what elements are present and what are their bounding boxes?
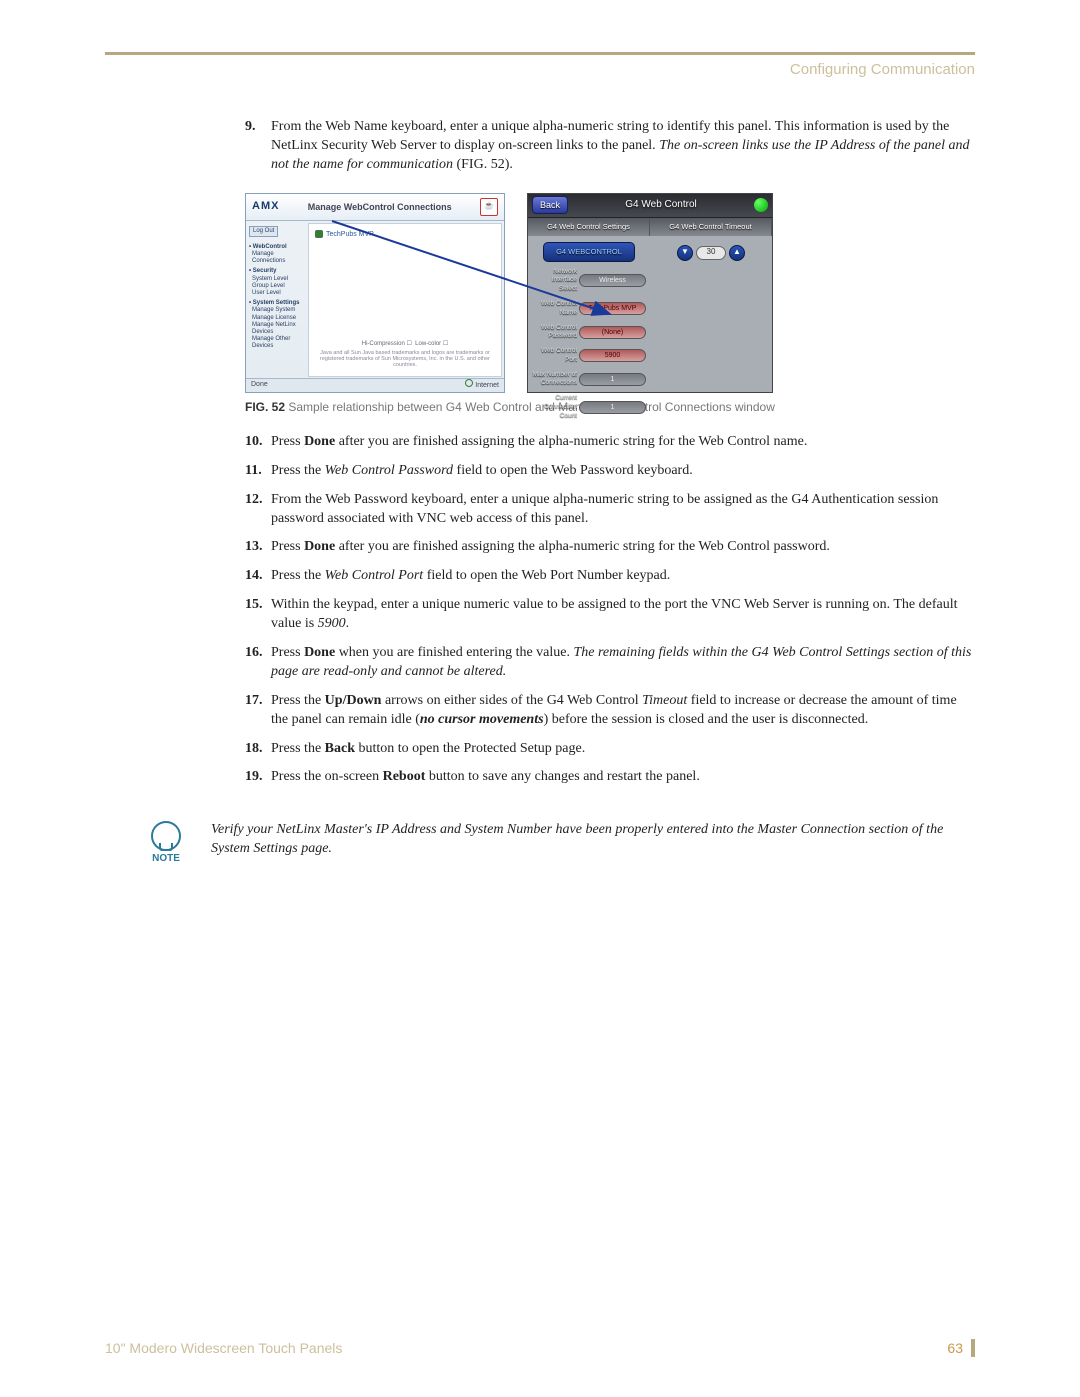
web-options: Hi-Compression ☐ Low-color ☐: [309, 340, 501, 348]
figure-52: AMX Manage WebControl Connections ☕ Log …: [245, 193, 975, 393]
footer-product: 10" Modero Widescreen Touch Panels: [105, 1340, 342, 1356]
timeout-value: 30: [696, 246, 726, 260]
page-number: 63: [947, 1340, 963, 1356]
step-15: 15.Within the keypad, enter a unique num…: [245, 596, 975, 634]
up-arrow-icon: ▲: [729, 245, 745, 261]
steps-list: 9.From the Web Name keyboard, enter a un…: [245, 118, 975, 175]
section-header: Configuring Communication: [105, 61, 975, 78]
step-12: 12.From the Web Password keyboard, enter…: [245, 491, 975, 529]
page-footer: 10" Modero Widescreen Touch Panels 63: [105, 1339, 975, 1357]
bulb-icon: [151, 821, 181, 851]
web-sidebar: Log Out • WebControlManage Connections• …: [246, 221, 306, 379]
panel-settings-col: G4 WEBCONTROL Network Interface SelectWi…: [528, 236, 650, 392]
web-main: TechPubs MVP Hi-Compression ☐ Low-color …: [308, 223, 502, 377]
note-block: NOTE Verify your NetLinx Master's IP Add…: [145, 821, 975, 864]
body-content: 9.From the Web Name keyboard, enter a un…: [245, 118, 975, 787]
step-17: 17.Press the Up/Down arrows on either si…: [245, 692, 975, 730]
java-icon: ☕: [480, 198, 498, 216]
page-rule-top: [105, 52, 975, 55]
tab-timeout: G4 Web Control Timeout: [650, 218, 772, 236]
amx-logo: AMX: [252, 199, 279, 214]
step-16: 16.Press Done when you are finished ente…: [245, 644, 975, 682]
logout-button: Log Out: [249, 226, 278, 237]
step-13: 13.Press Done after you are finished ass…: [245, 538, 975, 557]
monitor-icon: [315, 230, 323, 238]
back-button: Back: [532, 196, 568, 214]
step-9: 9.From the Web Name keyboard, enter a un…: [245, 118, 975, 175]
web-copyright: Java and all Sun Java based trademarks a…: [309, 350, 501, 368]
note-icon: NOTE: [145, 821, 187, 864]
web-title: Manage WebControl Connections: [308, 201, 452, 213]
step-10: 10.Press Done after you are finished ass…: [245, 433, 975, 452]
web-window: AMX Manage WebControl Connections ☕ Log …: [245, 193, 505, 393]
step-19: 19.Press the on-screen Reboot button to …: [245, 768, 975, 787]
note-text: Verify your NetLinx Master's IP Address …: [211, 821, 975, 859]
panel-link: TechPubs MVP: [315, 230, 495, 239]
globe-icon: [465, 379, 473, 387]
panel-window: Back G4 Web Control G4 Web Control Setti…: [527, 193, 773, 393]
status-indicator-icon: [754, 198, 768, 212]
g4-enable-button: G4 WEBCONTROL: [543, 242, 634, 262]
step-18: 18.Press the Back button to open the Pro…: [245, 740, 975, 759]
panel-timeout-col: ▼ 30 ▲: [650, 236, 772, 392]
footer-bar: [971, 1339, 975, 1357]
web-titlebar: AMX Manage WebControl Connections ☕: [246, 194, 504, 221]
step-14: 14.Press the Web Control Port field to o…: [245, 567, 975, 586]
tab-settings: G4 Web Control Settings: [528, 218, 650, 236]
panel-title: G4 Web Control: [625, 198, 697, 212]
step-11: 11.Press the Web Control Password field …: [245, 462, 975, 481]
steps-list-cont: 10.Press Done after you are finished ass…: [245, 433, 975, 787]
web-statusbar: Done Internet: [246, 378, 504, 392]
down-arrow-icon: ▼: [677, 245, 693, 261]
